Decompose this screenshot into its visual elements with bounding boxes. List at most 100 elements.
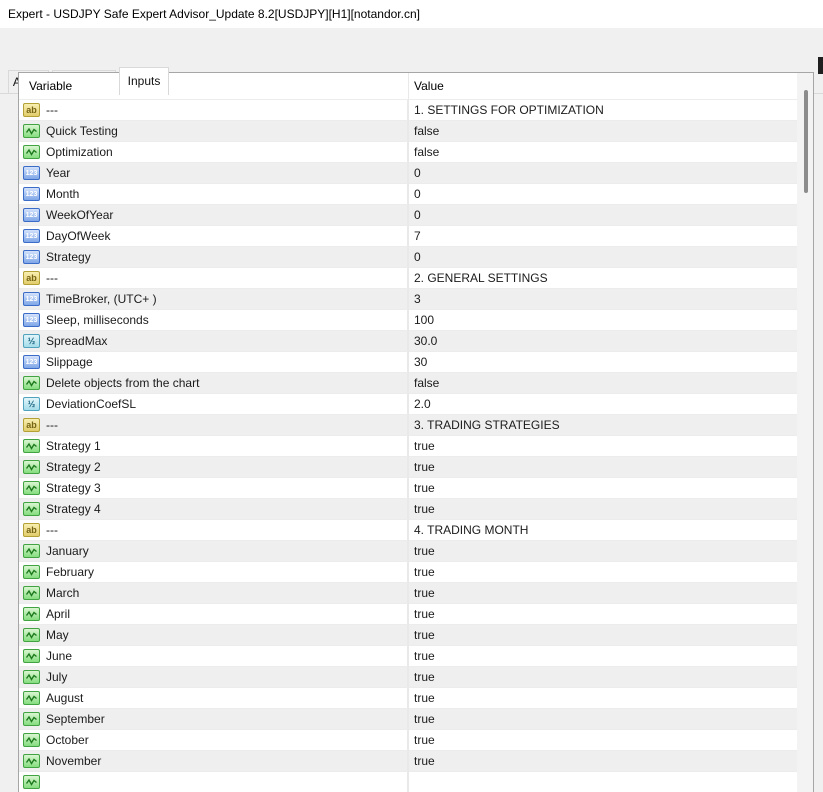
string-type-icon: ab [23, 523, 40, 537]
value-cell[interactable]: true [408, 436, 797, 456]
value-cell[interactable]: true [408, 478, 797, 498]
double-type-icon: ½ [23, 397, 40, 411]
boolean-type-icon [23, 460, 40, 474]
value-cell[interactable]: 2.0 [408, 394, 797, 414]
value-cell[interactable]: false [408, 142, 797, 162]
variable-cell: 123 Slippage [19, 352, 408, 372]
variable-label: Strategy 3 [46, 481, 101, 495]
variable-cell: 123 Strategy [19, 247, 408, 267]
boolean-type-icon [23, 649, 40, 663]
variable-cell: March [19, 583, 408, 603]
value-cell[interactable]: 3 [408, 289, 797, 309]
value-cell[interactable]: true [408, 625, 797, 645]
variable-cell: July [19, 667, 408, 687]
value-cell[interactable]: true [408, 667, 797, 687]
variable-cell: ab --- [19, 415, 408, 435]
integer-type-icon: 123 [23, 166, 40, 180]
variable-label: Month [46, 187, 79, 201]
value-cell[interactable]: true [408, 541, 797, 561]
variable-label: October [46, 733, 89, 747]
variable-cell: Quick Testing [19, 121, 408, 141]
variable-cell: April [19, 604, 408, 624]
value-cell[interactable]: false [408, 373, 797, 393]
variable-label: --- [46, 271, 58, 285]
variable-cell: Delete objects from the chart [19, 373, 408, 393]
value-cell[interactable]: 1. SETTINGS FOR OPTIMIZATION [408, 100, 797, 120]
value-cell[interactable]: true [408, 562, 797, 582]
variable-cell: October [19, 730, 408, 750]
variable-label: --- [46, 523, 58, 537]
value-cell[interactable]: false [408, 121, 797, 141]
variable-cell: ½ DeviationCoefSL [19, 394, 408, 414]
variable-cell: January [19, 541, 408, 561]
integer-type-icon: 123 [23, 292, 40, 306]
boolean-type-icon [23, 565, 40, 579]
boolean-type-icon [23, 754, 40, 768]
string-type-icon: ab [23, 418, 40, 432]
string-type-icon: ab [23, 103, 40, 117]
boolean-type-icon [23, 544, 40, 558]
value-cell[interactable]: 30.0 [408, 331, 797, 351]
value-cell[interactable]: true [408, 709, 797, 729]
value-cell[interactable]: 0 [408, 205, 797, 225]
value-cell[interactable]: 0 [408, 163, 797, 183]
variable-label: TimeBroker, (UTC+ ) [46, 292, 157, 306]
variable-label: DeviationCoefSL [46, 397, 136, 411]
value-cell[interactable]: true [408, 457, 797, 477]
variable-label: Sleep, milliseconds [46, 313, 149, 327]
value-cell[interactable]: true [408, 583, 797, 603]
variable-label: Strategy 2 [46, 460, 101, 474]
value-cell[interactable]: true [408, 730, 797, 750]
boolean-type-icon [23, 712, 40, 726]
boolean-type-icon [23, 481, 40, 495]
boolean-type-icon [23, 376, 40, 390]
vertical-scrollbar[interactable] [797, 73, 813, 792]
boolean-type-icon [23, 145, 40, 159]
variable-label: SpreadMax [46, 334, 107, 348]
tab-inputs[interactable]: Inputs [119, 67, 169, 95]
window-titlebar: Expert - USDJPY Safe Expert Advisor_Upda… [0, 0, 823, 28]
variable-label: WeekOfYear [46, 208, 113, 222]
variable-cell: August [19, 688, 408, 708]
value-cell[interactable] [408, 772, 797, 792]
variable-cell: 123 Year [19, 163, 408, 183]
variable-label: Delete objects from the chart [46, 376, 199, 390]
variable-label: Strategy [46, 250, 91, 264]
variable-cell: 123 WeekOfYear [19, 205, 408, 225]
value-cell[interactable]: 4. TRADING MONTH [408, 520, 797, 540]
variable-label: Strategy 4 [46, 502, 101, 516]
column-resize-divider[interactable] [408, 73, 409, 792]
value-cell[interactable]: 0 [408, 184, 797, 204]
variable-cell: June [19, 646, 408, 666]
value-cell[interactable]: true [408, 688, 797, 708]
variable-cell: ab --- [19, 268, 408, 288]
variable-label: --- [46, 418, 58, 432]
value-cell[interactable]: true [408, 751, 797, 771]
variable-label: --- [46, 103, 58, 117]
column-header-variable: Variable [29, 79, 72, 93]
column-header-value: Value [414, 79, 444, 93]
value-cell[interactable]: 3. TRADING STRATEGIES [408, 415, 797, 435]
boolean-type-icon [23, 733, 40, 747]
value-cell[interactable]: 0 [408, 247, 797, 267]
value-cell[interactable]: true [408, 604, 797, 624]
variable-label: January [46, 544, 89, 558]
boolean-type-icon [23, 628, 40, 642]
value-cell[interactable]: 30 [408, 352, 797, 372]
variable-label: Optimization [46, 145, 113, 159]
variable-cell: 123 Month [19, 184, 408, 204]
value-cell[interactable]: 7 [408, 226, 797, 246]
variable-label: November [46, 754, 101, 768]
scrollbar-thumb[interactable] [804, 90, 808, 193]
integer-type-icon: 123 [23, 355, 40, 369]
value-cell[interactable]: 2. GENERAL SETTINGS [408, 268, 797, 288]
variable-label: April [46, 607, 70, 621]
value-cell[interactable]: true [408, 499, 797, 519]
value-cell[interactable]: true [408, 646, 797, 666]
boolean-type-icon [23, 502, 40, 516]
double-type-icon: ½ [23, 334, 40, 348]
integer-type-icon: 123 [23, 250, 40, 264]
integer-type-icon: 123 [23, 313, 40, 327]
variable-label: Quick Testing [46, 124, 118, 138]
value-cell[interactable]: 100 [408, 310, 797, 330]
